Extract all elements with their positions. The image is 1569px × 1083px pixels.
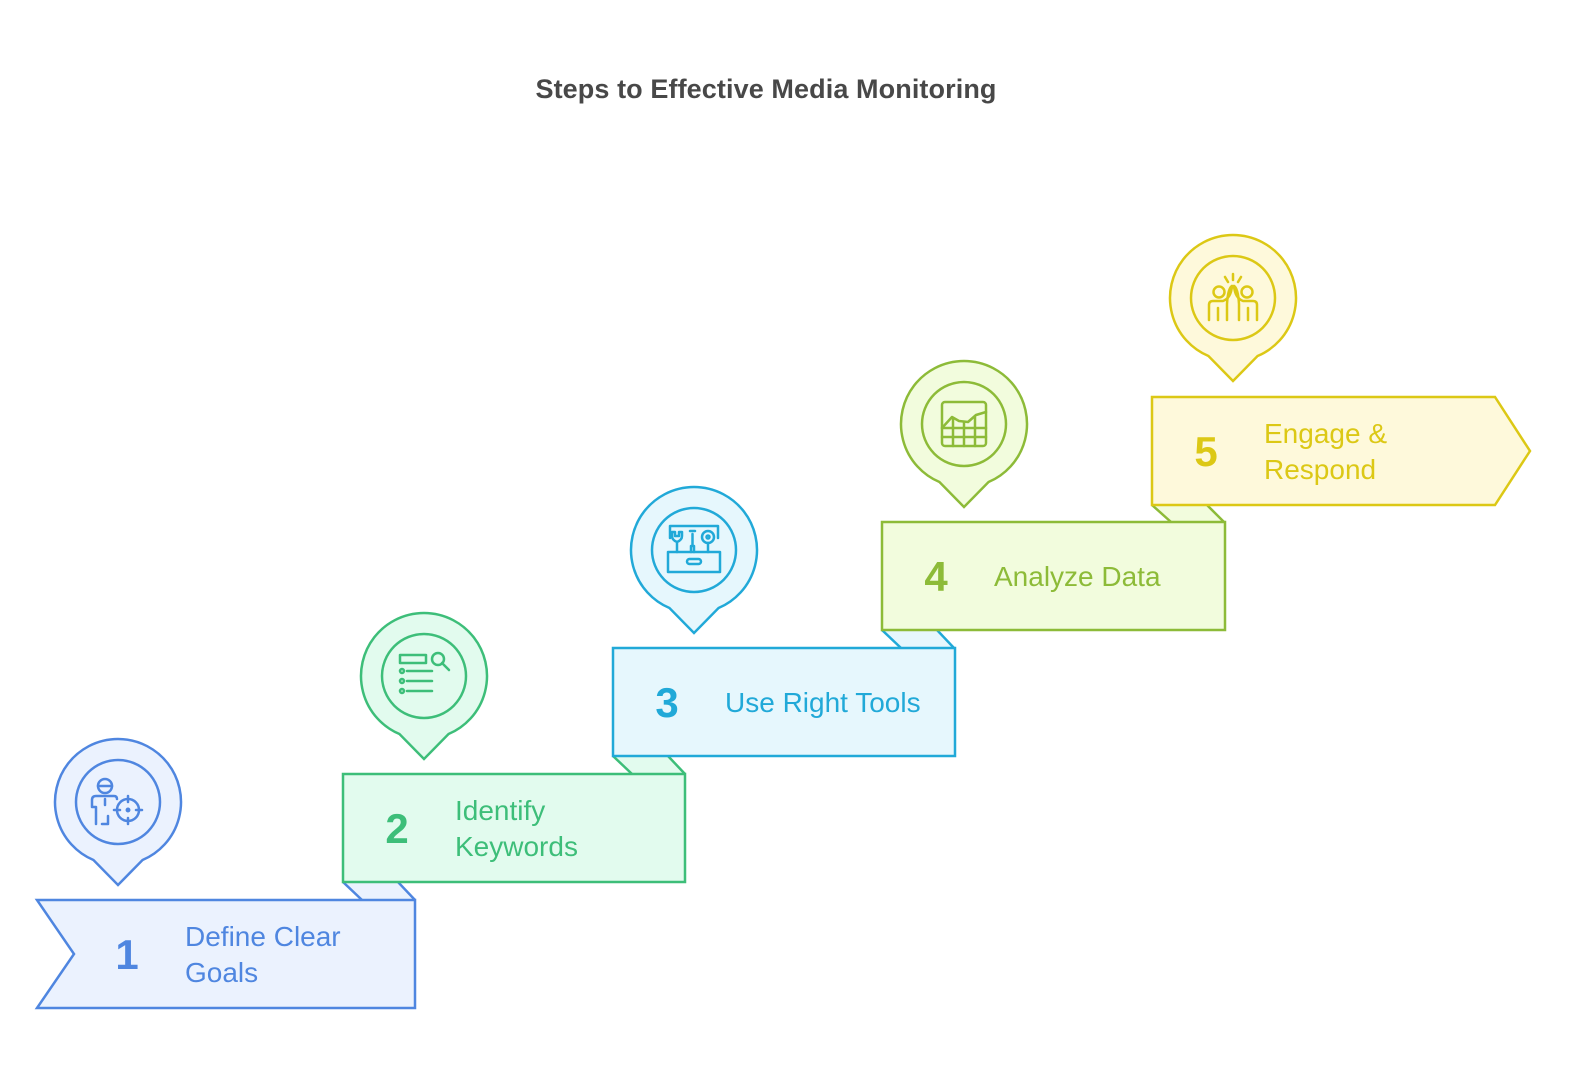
step-1: 1 Define Clear Goals [34, 898, 417, 1010]
staircase-diagram: 1 Define Clear Goals 2 Identify Keywords 3 Use … [34, 233, 1532, 1010]
step-3-number: 3 [655, 679, 678, 726]
step-4: 4 Analyze Data [880, 520, 1227, 632]
step-5: 5 Engage & Respond [1150, 395, 1532, 507]
pin-inner-circle [1189, 254, 1277, 342]
step-4-number: 4 [924, 553, 948, 600]
step-2: 2 Identify Keywords [341, 772, 687, 884]
step-1-box [34, 898, 417, 1010]
step-4-label-line: Analyze Data [994, 561, 1161, 592]
step-1-label-line: Define Clear [185, 921, 341, 952]
step-2-label-line: Keywords [455, 831, 578, 862]
step-2-pin [359, 611, 489, 761]
step-1-label-line: Goals [185, 957, 258, 988]
step-5-pin [1168, 233, 1298, 383]
step-1-number: 1 [115, 931, 138, 978]
step-5-label-line: Engage & [1264, 418, 1387, 449]
step-4-pin [899, 359, 1029, 509]
step-2-number: 2 [385, 805, 408, 852]
step-1-pin [53, 737, 183, 887]
pin-inner-circle [380, 632, 468, 720]
pin-inner-circle [74, 758, 162, 846]
step-3-pin [629, 485, 759, 635]
step-3-label-line: Use Right Tools [725, 687, 921, 718]
step-2-label-line: Identify [455, 795, 545, 826]
step-3: 3 Use Right Tools [611, 646, 957, 758]
step-5-label-line: Respond [1264, 454, 1376, 485]
step-5-number: 5 [1194, 428, 1217, 475]
